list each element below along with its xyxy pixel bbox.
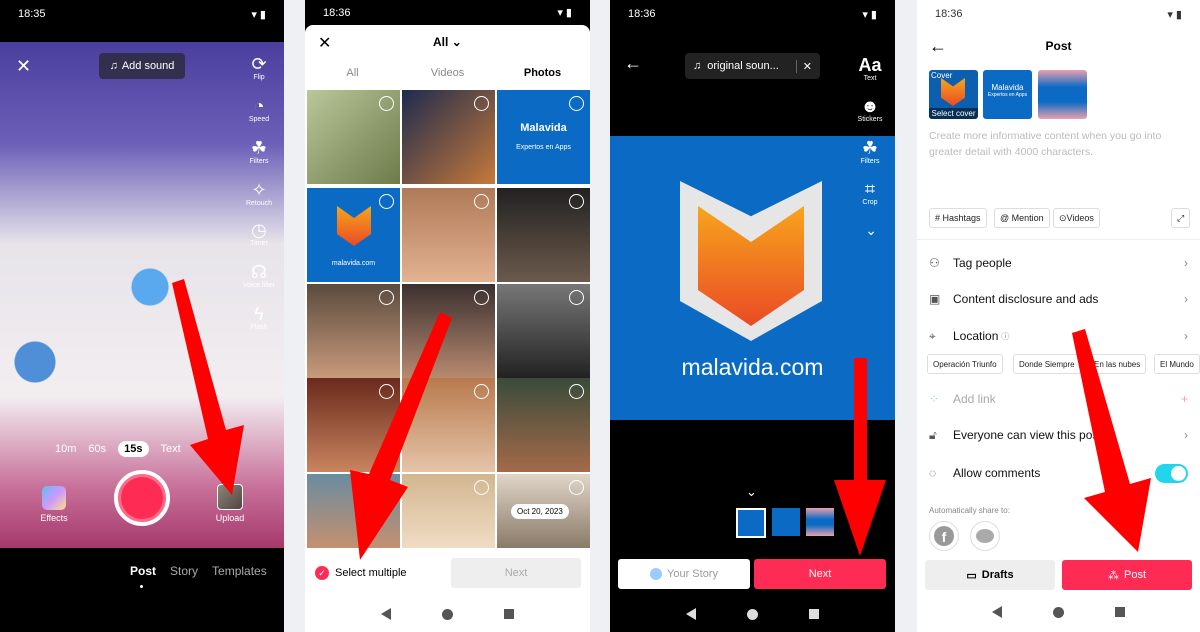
tool-flash[interactable]: ϟ Flash (244, 304, 274, 331)
voice-filter-icon: ☊ (251, 262, 267, 282)
tool-filters[interactable]: ☘ Filters (244, 138, 274, 165)
red-arrow (350, 312, 452, 560)
flip-icon: ⟳ (251, 54, 267, 74)
tool-speed[interactable]: ◔ Speed (244, 96, 274, 123)
tool-retouch[interactable]: ✧ Retouch (244, 180, 274, 207)
post-screen: 18:36 ▾ ▮ ← Post Cover Select cover Malav… (917, 0, 1200, 632)
red-arrow (172, 279, 244, 495)
tool-timer[interactable]: ◷ Timer (244, 220, 274, 247)
arrow-shape (172, 279, 244, 495)
red-arrow (1072, 329, 1151, 552)
filters-icon: ☘ (250, 138, 268, 158)
editor-screen: 18:36 ▾ ▮ ← ♫ original soun... ✕ malavida.c… (610, 0, 895, 632)
tool-flip[interactable]: ⟳ Flip (244, 54, 274, 81)
filters-icon: ☘ (861, 138, 879, 158)
gallery-screen: 18:36 ▾ ▮ ✕ All ⌄ All Videos Photos Malav… (305, 0, 590, 632)
retouch-icon: ✧ (251, 180, 267, 200)
flash-icon: ϟ (254, 304, 264, 324)
tool-voice-filter[interactable]: ☊ Voice filter (239, 262, 279, 289)
tool-filters[interactable]: ☘ Filters (855, 138, 885, 165)
arrow-shape (350, 312, 452, 560)
speed-icon: ◔ (253, 96, 265, 116)
tool-crop[interactable]: ⌗ Crop (855, 179, 885, 206)
arrow-shape (834, 358, 886, 556)
arrow-shape (1072, 329, 1151, 552)
stickers-icon: ☻ (860, 96, 880, 116)
more-tools-chevron-icon[interactable]: ⌄ (865, 222, 877, 239)
camera-screen: 18:35 ▾ ▮ ✕ ♫ Add sound ⟳ Flip ◔ Speed ☘ Filt… (0, 0, 284, 632)
red-arrow (834, 358, 886, 556)
tool-stickers[interactable]: ☻ Stickers (853, 96, 887, 123)
timer-icon: ◷ (251, 220, 267, 240)
text-icon: Aa (858, 55, 882, 75)
crop-icon: ⌗ (864, 179, 876, 199)
tool-text[interactable]: Aa Text (855, 55, 885, 82)
